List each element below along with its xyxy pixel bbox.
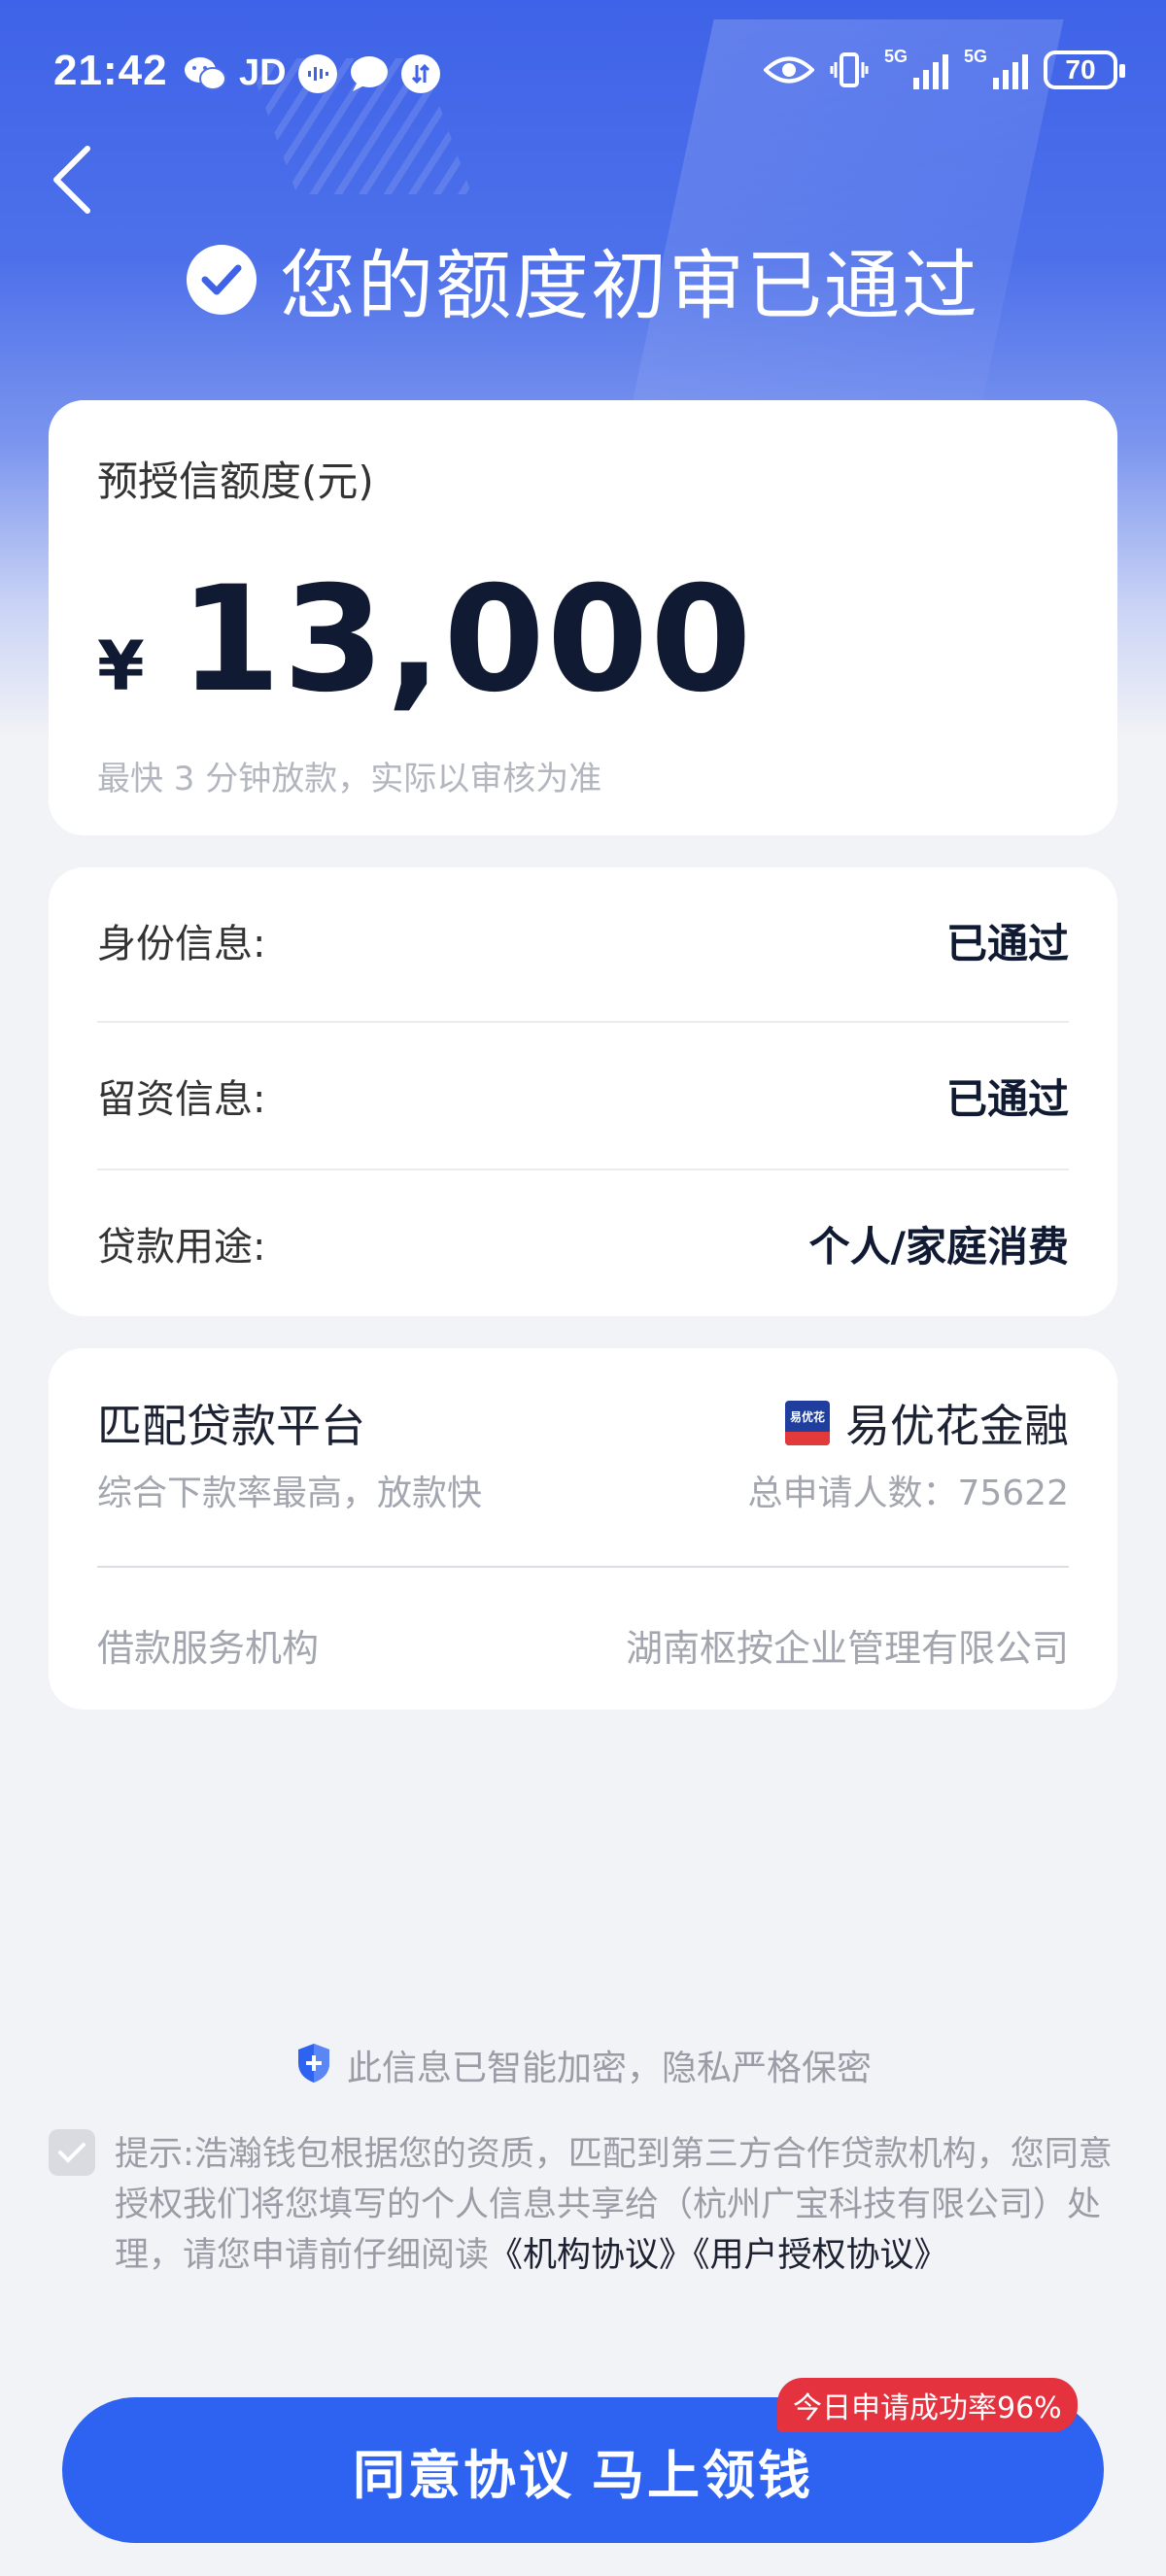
amount-row: ¥ 13,000: [97, 556, 754, 725]
platform-title: 匹配贷款平台: [97, 1400, 365, 1452]
info-key: 留资信息:: [97, 1077, 266, 1122]
chat-icon: [349, 54, 390, 93]
platform-brand: 易优花 易优花金融: [785, 1391, 1069, 1455]
status-icons-left: JD: [183, 52, 440, 94]
divider: [97, 1566, 1069, 1568]
check-circle-icon: [186, 245, 257, 315]
audio-icon: [297, 53, 337, 93]
signal-icon-2: 5G: [964, 47, 1028, 89]
status-icons-right: 5G 5G 70: [764, 47, 1125, 89]
signal-icon-1: 5G: [884, 47, 948, 89]
checkmark-icon: [58, 2143, 86, 2163]
brand-name: 易优花金融: [845, 1400, 1069, 1452]
status-time: 21:42: [53, 47, 168, 94]
credit-amount-card: 预授信额度(元) ¥ 13,000 最快 3 分钟放款，实际以审核为准: [49, 400, 1117, 835]
amount-value: 13,000: [179, 556, 754, 725]
org-value: 湖南枢按企业管理有限公司: [625, 1627, 1069, 1670]
privacy-note: 此信息已智能加密，隐私严格保密: [0, 2040, 1166, 2090]
wechat-icon: [183, 54, 227, 93]
brand-logo: 易优花: [785, 1401, 830, 1445]
info-row-identity: 身份信息: 已通过: [97, 867, 1069, 1013]
amount-label: 预授信额度(元): [97, 458, 374, 505]
info-value: 已通过: [945, 919, 1069, 967]
shield-icon: [294, 2042, 333, 2088]
battery-level: 70: [1065, 54, 1096, 85]
info-row-lead: 留资信息: 已通过: [97, 1023, 1069, 1169]
info-key: 身份信息:: [97, 922, 266, 966]
currency-symbol: ¥: [97, 627, 145, 706]
user-authorization-link[interactable]: 《用户授权协议》: [693, 2236, 948, 2275]
platform-subtitle: 综合下款率最高，放款快: [97, 1474, 483, 1513]
brand-logo-text: 易优花: [789, 1410, 825, 1424]
network-type-1: 5G: [884, 47, 909, 66]
page-title-text: 您的额度初审已通过: [279, 243, 979, 330]
transfer-icon: [400, 53, 440, 93]
eye-icon: [764, 53, 814, 86]
cta-label: 同意协议 马上领钱: [352, 2446, 813, 2505]
amount-note: 最快 3 分钟放款，实际以审核为准: [97, 760, 602, 798]
org-label: 借款服务机构: [97, 1627, 320, 1670]
jd-icon: JD: [239, 52, 287, 93]
battery-icon: 70: [1044, 51, 1125, 89]
agreement-checkbox[interactable]: [49, 2129, 95, 2176]
info-value: 已通过: [945, 1074, 1069, 1123]
platform-card: 匹配贷款平台 综合下款率最高，放款快 易优花 易优花金融 总申请人数：75622…: [49, 1348, 1117, 1710]
verification-info-card: 身份信息: 已通过 留资信息: 已通过 贷款用途: 个人/家庭消费: [49, 867, 1117, 1316]
info-key: 贷款用途:: [97, 1225, 266, 1270]
applicant-count: 总申请人数：75622: [747, 1474, 1069, 1513]
success-rate-badge: 今日申请成功率96%: [777, 2378, 1078, 2432]
privacy-text: 此信息已智能加密，隐私严格保密: [346, 2049, 872, 2088]
network-type-2: 5G: [964, 47, 988, 66]
info-value: 个人/家庭消费: [808, 1222, 1069, 1271]
status-bar: 21:42 JD 5G 5G 70: [0, 0, 1166, 146]
page-title: 您的额度初审已通过: [0, 225, 1166, 334]
back-button[interactable]: [47, 141, 105, 219]
institution-agreement-link[interactable]: 《机构协议》: [489, 2236, 693, 2275]
info-row-purpose: 贷款用途: 个人/家庭消费: [97, 1170, 1069, 1316]
vibrate-icon: [830, 51, 869, 89]
chevron-left-icon: [53, 146, 90, 214]
agreement-text: 提示:浩瀚钱包根据您的资质，匹配到第三方合作贷款机构，您同意授权我们将您填写的个…: [115, 2129, 1125, 2281]
